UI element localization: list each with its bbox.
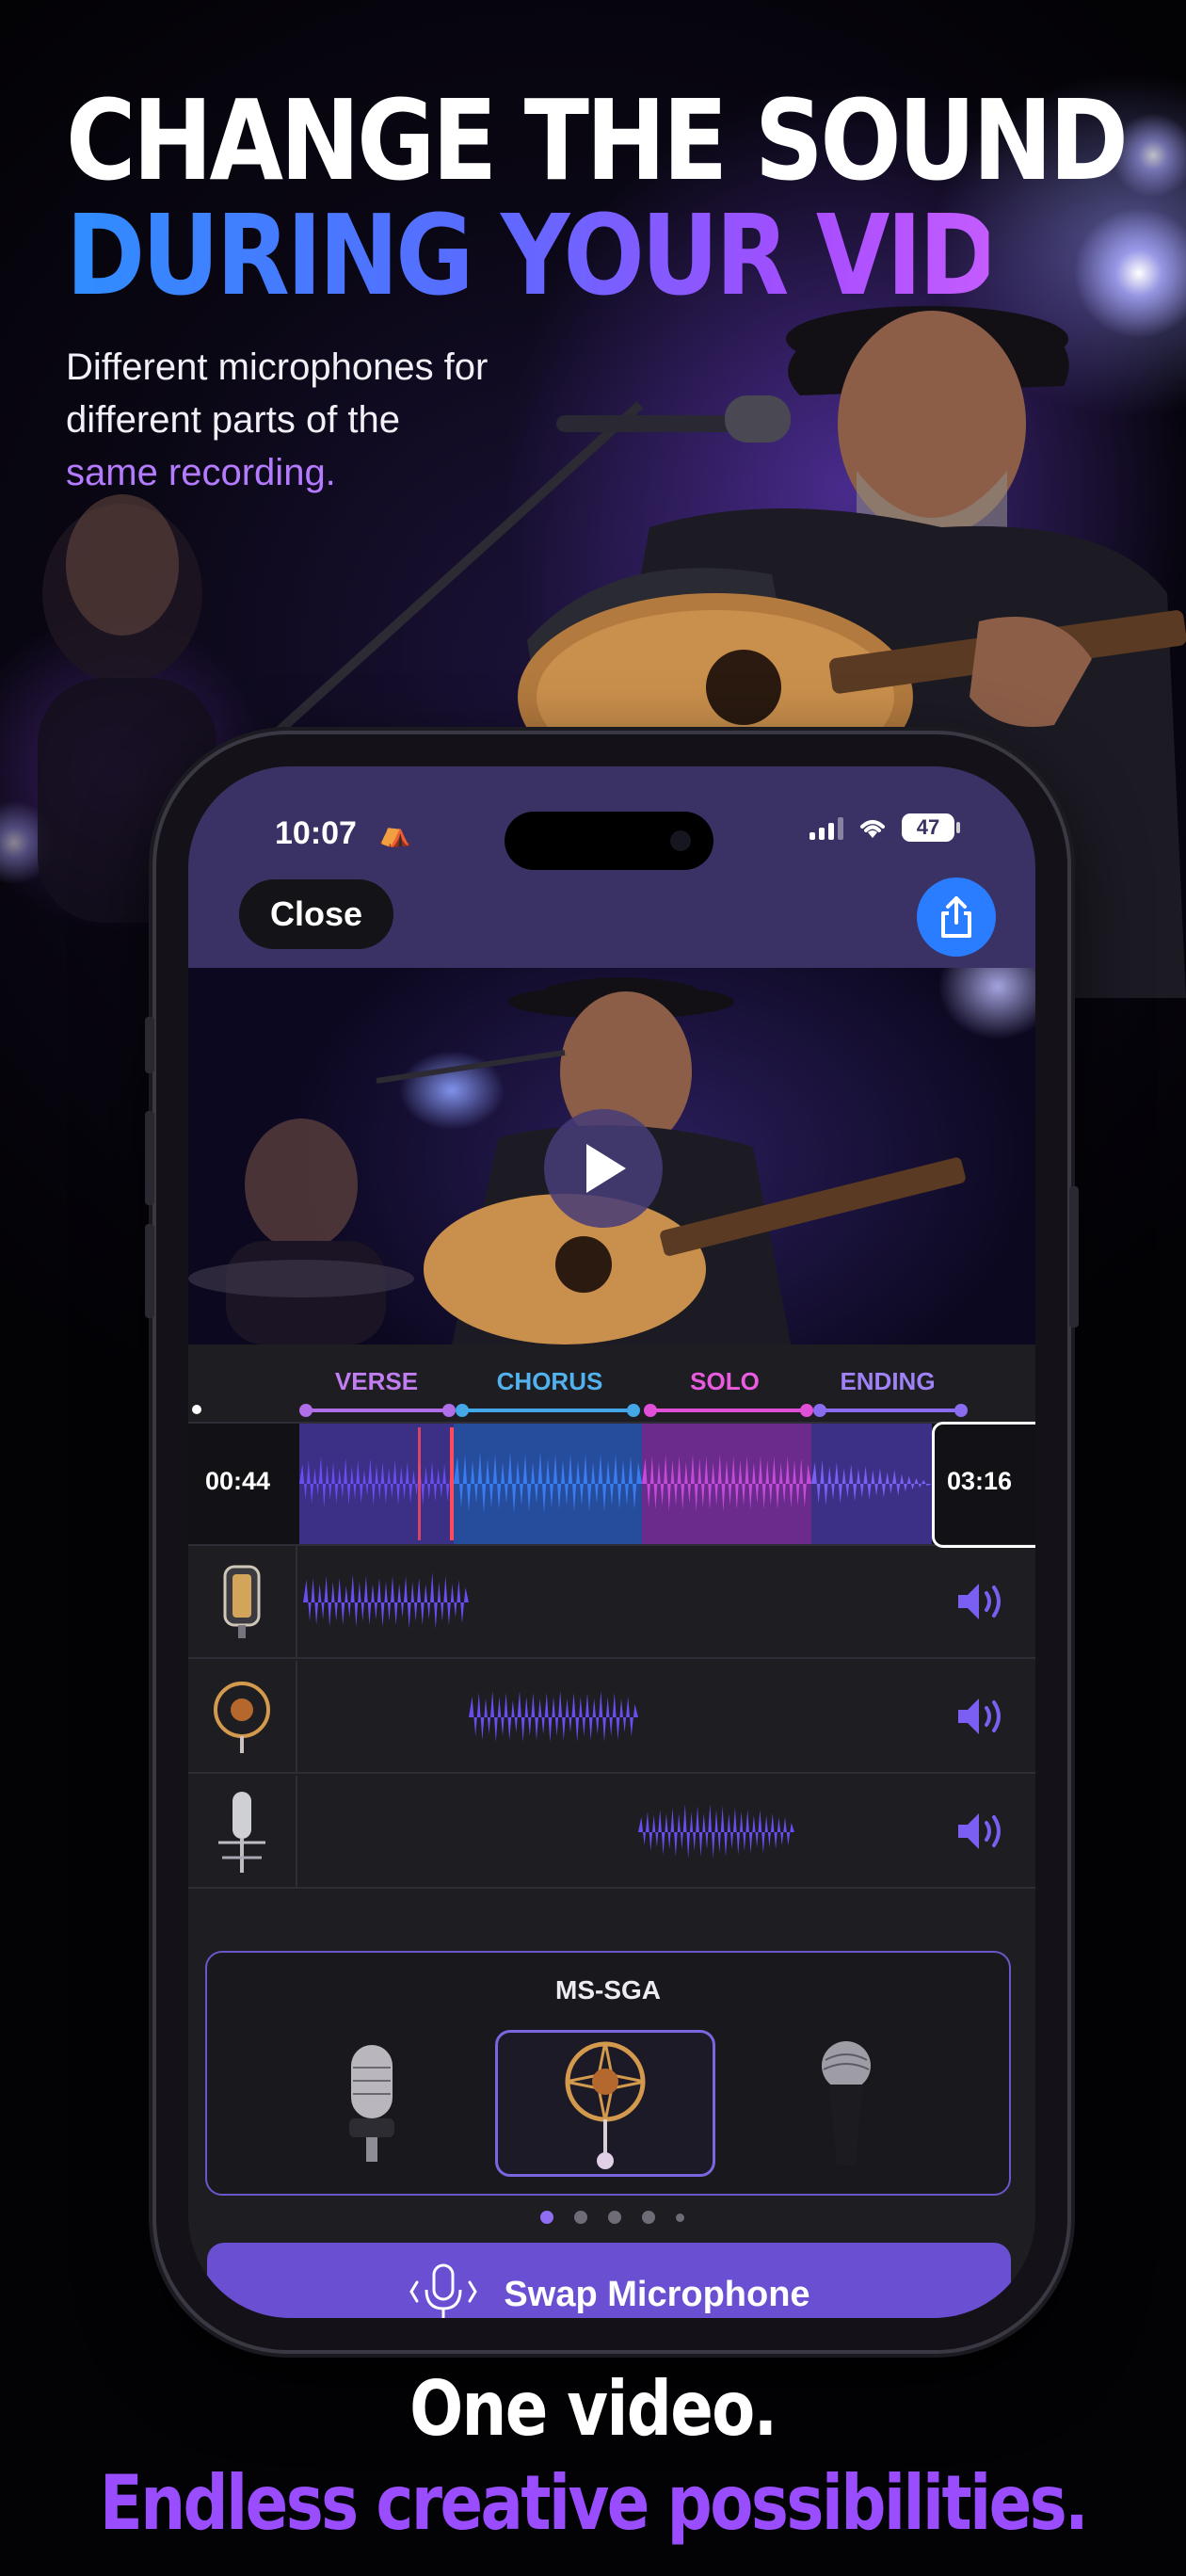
waveform [811, 1459, 932, 1506]
phone-volume-down-button [145, 1224, 154, 1318]
hero-subtitle-line-1: Different microphones for [66, 346, 489, 388]
picker-page-indicator[interactable] [188, 2211, 1035, 2224]
page-dot[interactable] [675, 2213, 684, 2222]
video-preview[interactable] [188, 968, 1035, 1344]
waveform [303, 1572, 469, 1629]
swap-microphone-label: Swap Microphone [504, 2274, 810, 2314]
vintage-microphone-icon [349, 2045, 394, 2162]
mic-option-ms-sga[interactable] [495, 2030, 715, 2177]
page-dot[interactable] [607, 2211, 621, 2224]
status-bar: 10:07 ⛺ 47 [188, 766, 1035, 870]
close-button[interactable]: Close [239, 879, 393, 949]
waveform [299, 1456, 454, 1508]
speaker-icon[interactable] [954, 1580, 1007, 1628]
share-icon [941, 896, 971, 938]
mic-track [188, 1661, 1035, 1774]
end-time: 03:16 [947, 1467, 1013, 1495]
playhead[interactable] [450, 1427, 454, 1540]
microphone-swap-icon [409, 2263, 478, 2318]
speaker-icon[interactable] [954, 1810, 1007, 1858]
status-indicators: 47 [809, 813, 960, 842]
speaker-icon[interactable] [954, 1695, 1007, 1743]
waveform-segment-chorus[interactable] [454, 1424, 642, 1544]
condenser-microphone-icon[interactable] [188, 1776, 297, 1887]
waveform [642, 1454, 811, 1512]
play-icon [586, 1144, 626, 1193]
page-dot[interactable] [573, 2211, 587, 2224]
tagline-line-2: Endless creative possibilities. [0, 2459, 1186, 2547]
battery-indicator: 47 [902, 813, 960, 842]
wifi-icon [860, 820, 885, 838]
waveform [469, 1691, 638, 1742]
waveform [638, 1804, 794, 1859]
status-time: 10:07 [275, 815, 357, 851]
page-dot-active[interactable] [539, 2211, 553, 2224]
hero-headline: CHANGE THE SOUND DURING YOUR VIDEO [66, 83, 1139, 313]
section-range-chorus [456, 1404, 640, 1417]
mic-option-handheld[interactable] [736, 2030, 956, 2177]
mic-option-vintage[interactable] [262, 2030, 482, 2177]
hero-subtitle-highlight: same recording. [66, 452, 336, 493]
front-camera [670, 830, 691, 851]
waveform-segment-verse[interactable] [299, 1424, 454, 1544]
waveform-segment-ending[interactable] [811, 1424, 932, 1544]
audio-clip[interactable] [638, 1795, 794, 1870]
section-label-ending[interactable]: ENDING [811, 1367, 964, 1396]
phone-action-button [145, 1017, 154, 1073]
camping-icon: ⛺ [378, 818, 411, 847]
tagline-line-2-text: Endless creative possibilities. [99, 2459, 1089, 2547]
phone-volume-up-button [145, 1111, 154, 1205]
waveform-segment-solo[interactable] [642, 1424, 811, 1544]
swap-microphone-button[interactable]: Swap Microphone [207, 2243, 1011, 2318]
app-screen: 10:07 ⛺ 47 Close VERSE CHORUS SOLO ENDIN… [188, 766, 1035, 2318]
shock-mount-microphone-icon [565, 2041, 646, 2169]
dynamic-island [505, 812, 713, 870]
tagline-line-1: One video. [0, 2365, 1186, 2453]
timeline-start-marker [192, 1405, 201, 1414]
page-dot[interactable] [641, 2211, 655, 2224]
master-waveform-track[interactable]: 00:44 03:16 [188, 1422, 1035, 1548]
hero-title-line-1: CHANGE THE SOUND [66, 75, 1129, 205]
timeline-editor: VERSE CHORUS SOLO ENDING 00:44 03:16 [188, 1344, 1035, 1928]
audio-clip[interactable] [469, 1680, 638, 1755]
section-label-verse[interactable]: VERSE [299, 1367, 454, 1396]
mic-track [188, 1546, 1035, 1659]
hero-title-line-2: DURING YOUR VIDEO [66, 190, 1138, 320]
playhead-secondary [418, 1427, 421, 1540]
selected-microphone-name: MS-SGA [555, 1975, 661, 2004]
share-button[interactable] [917, 877, 996, 957]
section-label-solo[interactable]: SOLO [644, 1367, 806, 1396]
cellular-signal-icon [809, 815, 843, 840]
hero-subtitle-line-2: different parts of the [66, 399, 401, 441]
waveform [454, 1452, 642, 1514]
shock-mount-microphone-icon[interactable] [188, 1661, 297, 1772]
tagline-line-1-text: One video. [409, 2365, 777, 2453]
microphone-picker: MS-SGA [205, 1951, 1011, 2196]
hero-subtitle: Different microphones for different part… [66, 341, 488, 499]
play-button[interactable] [544, 1109, 663, 1228]
audio-clip[interactable] [303, 1565, 469, 1640]
ribbon-microphone-icon[interactable] [188, 1546, 297, 1657]
section-range-ending [813, 1404, 968, 1417]
section-label-chorus[interactable]: CHORUS [457, 1367, 642, 1396]
section-range-verse [299, 1404, 456, 1417]
handheld-microphone-icon [822, 2041, 871, 2165]
section-range-solo [644, 1404, 813, 1417]
start-time: 00:44 [205, 1467, 271, 1495]
mic-track [188, 1776, 1035, 1889]
phone-frame: 10:07 ⛺ 47 Close VERSE CHORUS SOLO ENDIN… [145, 734, 1079, 2350]
app-bar: Close [188, 870, 1035, 968]
phone-power-button [1069, 1186, 1079, 1328]
